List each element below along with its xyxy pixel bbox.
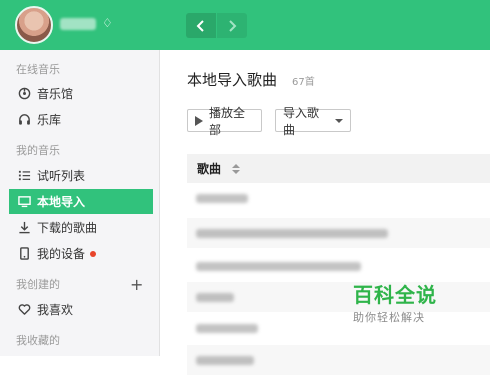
sidebar-item-label: 音乐馆 (37, 87, 74, 101)
sidebar-item-trial-list[interactable]: 试听列表 (9, 163, 153, 188)
import-songs-label: 导入歌曲 (283, 105, 320, 137)
watermark: 百科全说 助你轻松解决 (353, 283, 437, 325)
table-row[interactable] (187, 313, 490, 343)
sidebar-item-label: 本地导入 (37, 195, 86, 209)
heart-icon (17, 303, 31, 317)
download-icon (17, 221, 31, 235)
section-title-my-music: 我的音乐 (16, 144, 60, 157)
sort-icon[interactable] (232, 163, 241, 174)
username-blurred[interactable] (60, 18, 96, 30)
sidebar-item-local-import[interactable]: 本地导入 (9, 189, 153, 214)
chevron-down-icon (335, 118, 343, 123)
headphones-icon (17, 113, 31, 127)
monitor-icon (17, 195, 31, 209)
sidebar-item-music-hall[interactable]: 音乐馆 (9, 81, 153, 106)
sidebar-item-label: 下载的歌曲 (37, 221, 98, 235)
sidebar-item-label: 我的设备 (37, 247, 86, 261)
song-name-blurred (196, 194, 248, 203)
watermark-subtitle: 助你轻松解决 (353, 311, 425, 324)
song-name-blurred (196, 262, 361, 271)
table-row[interactable] (187, 282, 490, 312)
main-content: 本地导入歌曲 67首 播放全部 导入歌曲 歌曲 (160, 50, 490, 375)
section-title-online-music: 在线音乐 (16, 63, 60, 76)
table-header: 歌曲 (187, 154, 490, 183)
song-count: 67首 (292, 77, 315, 88)
music-disc-icon (17, 87, 31, 101)
sidebar-item-library[interactable]: 乐库 (9, 107, 153, 132)
watermark-title: 百科全说 (353, 283, 437, 307)
section-title-collected: 我收藏的 (16, 334, 60, 347)
sidebar-item-label: 我喜欢 (37, 303, 74, 317)
chevron-right-icon (229, 19, 237, 32)
song-name-blurred (196, 293, 234, 302)
section-title-created: 我创建的 (16, 278, 60, 291)
notification-dot (90, 250, 97, 257)
table-row[interactable] (187, 183, 490, 213)
page-title: 本地导入歌曲 (187, 71, 278, 89)
chevron-left-icon (196, 19, 204, 32)
play-all-button[interactable]: 播放全部 (187, 106, 262, 137)
import-songs-button[interactable]: 导入歌曲 (275, 106, 351, 137)
sidebar-item-favorites[interactable]: 我喜欢 (9, 297, 153, 322)
avatar[interactable] (15, 6, 53, 44)
song-name-blurred (196, 229, 388, 238)
vip-diamond-icon[interactable]: ♢ (102, 15, 113, 31)
sidebar-item-my-devices[interactable]: 我的设备 (9, 241, 153, 266)
title-bar: ♢ (0, 0, 490, 50)
song-name-blurred (196, 324, 258, 333)
forward-button[interactable] (217, 13, 247, 38)
play-icon (195, 115, 203, 126)
back-button[interactable] (186, 13, 216, 38)
sidebar: 在线音乐 音乐馆 乐库 我的音乐 试听列表 本地导入 下载的歌曲 我的设备 我创… (0, 50, 160, 356)
table-row[interactable] (187, 251, 490, 281)
table-row[interactable] (187, 218, 490, 248)
list-icon (17, 169, 31, 183)
song-name-blurred (196, 356, 254, 365)
add-playlist-plus-icon[interactable]: + (130, 277, 143, 293)
play-all-label: 播放全部 (209, 105, 246, 137)
device-icon (17, 247, 31, 261)
column-header-song[interactable]: 歌曲 (197, 160, 221, 177)
sidebar-item-label: 试听列表 (37, 169, 86, 183)
sidebar-item-downloaded[interactable]: 下载的歌曲 (9, 215, 153, 240)
table-row[interactable] (187, 345, 490, 375)
history-nav (186, 13, 247, 38)
sidebar-item-label: 乐库 (37, 113, 62, 127)
